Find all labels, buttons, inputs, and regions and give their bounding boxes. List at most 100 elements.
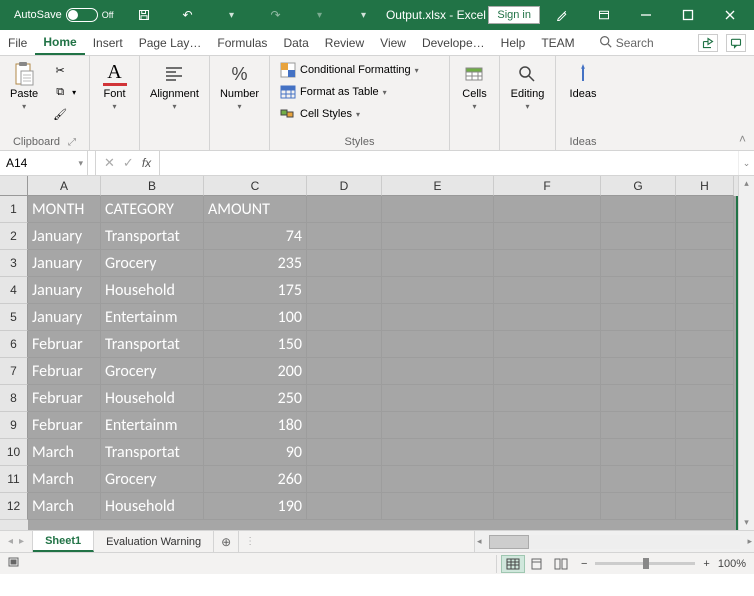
cell-C3[interactable]: 235 xyxy=(204,250,307,277)
cell-B6[interactable]: Transportat xyxy=(101,331,204,358)
signin-button[interactable]: Sign in xyxy=(488,6,540,24)
cell-C2[interactable]: 74 xyxy=(204,223,307,250)
cell-D10[interactable] xyxy=(307,439,382,466)
row-header-9[interactable]: 9 xyxy=(0,412,28,439)
cell-E2[interactable] xyxy=(382,223,494,250)
cell-F3[interactable] xyxy=(494,250,601,277)
cell-E3[interactable] xyxy=(382,250,494,277)
search-button[interactable]: Search xyxy=(583,35,654,51)
cell-H12[interactable] xyxy=(676,493,734,520)
cell-B5[interactable]: Entertainm xyxy=(101,304,204,331)
cell-C12[interactable]: 190 xyxy=(204,493,307,520)
cell-D2[interactable] xyxy=(307,223,382,250)
format-painter-button[interactable]: 🖌 xyxy=(48,104,80,124)
row-header-12[interactable]: 12 xyxy=(0,493,28,520)
cell-E12[interactable] xyxy=(382,493,494,520)
cell-D11[interactable] xyxy=(307,466,382,493)
cell-A5[interactable]: January xyxy=(28,304,101,331)
tab-data[interactable]: Data xyxy=(275,30,316,55)
font-button[interactable]: A Font ▾ xyxy=(99,60,131,113)
cell-A9[interactable]: Februar xyxy=(28,412,101,439)
cell-H2[interactable] xyxy=(676,223,734,250)
cell-F9[interactable] xyxy=(494,412,601,439)
column-header-F[interactable]: F xyxy=(494,176,601,196)
cell-G6[interactable] xyxy=(601,331,676,358)
column-header-H[interactable]: H xyxy=(676,176,734,196)
coming-soon-icon[interactable] xyxy=(542,0,582,30)
cut-button[interactable]: ✂ xyxy=(48,60,80,80)
cell-C9[interactable]: 180 xyxy=(204,412,307,439)
cell-F5[interactable] xyxy=(494,304,601,331)
ideas-button[interactable]: Ideas xyxy=(566,60,601,102)
save-icon[interactable] xyxy=(124,0,164,30)
qat-customize[interactable]: ▾ xyxy=(344,0,384,30)
expand-formula-bar[interactable]: ⌄ xyxy=(738,151,754,175)
cell-A8[interactable]: Februar xyxy=(28,385,101,412)
column-header-B[interactable]: B xyxy=(101,176,204,196)
cell-G8[interactable] xyxy=(601,385,676,412)
zoom-out-button[interactable]: − xyxy=(581,558,587,570)
cell-B4[interactable]: Household xyxy=(101,277,204,304)
column-header-C[interactable]: C xyxy=(204,176,307,196)
cell-B11[interactable]: Grocery xyxy=(101,466,204,493)
cell-H11[interactable] xyxy=(676,466,734,493)
cell-styles-button[interactable]: Cell Styles ▾ xyxy=(276,104,443,124)
column-header-G[interactable]: G xyxy=(601,176,676,196)
column-headers[interactable]: ABCDEFGH xyxy=(28,176,738,196)
add-sheet-button[interactable]: ⊕ xyxy=(214,531,238,552)
tab-insert[interactable]: Insert xyxy=(85,30,131,55)
row-header-3[interactable]: 3 xyxy=(0,250,28,277)
cell-B1[interactable]: CATEGORY xyxy=(101,196,204,223)
cell-A10[interactable]: March xyxy=(28,439,101,466)
row-header-6[interactable]: 6 xyxy=(0,331,28,358)
cell-E7[interactable] xyxy=(382,358,494,385)
sheet-tab-sheet1[interactable]: Sheet1 xyxy=(33,531,94,552)
cell-G3[interactable] xyxy=(601,250,676,277)
cell-F8[interactable] xyxy=(494,385,601,412)
cell-E1[interactable] xyxy=(382,196,494,223)
cell-E5[interactable] xyxy=(382,304,494,331)
cell-G9[interactable] xyxy=(601,412,676,439)
cell-C7[interactable]: 200 xyxy=(204,358,307,385)
autosave-toggle[interactable]: AutoSave Off xyxy=(8,8,120,22)
cell-D1[interactable] xyxy=(307,196,382,223)
cell-F1[interactable] xyxy=(494,196,601,223)
sheet-tab-nav[interactable]: ◂▸ xyxy=(0,531,33,552)
cell-G7[interactable] xyxy=(601,358,676,385)
tab-file[interactable]: File xyxy=(0,30,35,55)
editing-button[interactable]: Editing ▾ xyxy=(507,60,549,113)
cells-grid[interactable]: MONTHCATEGORYAMOUNTJanuaryTransportat74J… xyxy=(28,196,738,530)
column-header-D[interactable]: D xyxy=(307,176,382,196)
cell-A2[interactable]: January xyxy=(28,223,101,250)
cell-B8[interactable]: Household xyxy=(101,385,204,412)
sheet-tab-warning[interactable]: Evaluation Warning xyxy=(94,531,214,552)
cell-H4[interactable] xyxy=(676,277,734,304)
cell-E6[interactable] xyxy=(382,331,494,358)
tab-formulas[interactable]: Formulas xyxy=(209,30,275,55)
cell-D4[interactable] xyxy=(307,277,382,304)
row-header-11[interactable]: 11 xyxy=(0,466,28,493)
cell-A11[interactable]: March xyxy=(28,466,101,493)
cell-B9[interactable]: Entertainm xyxy=(101,412,204,439)
row-header-1[interactable]: 1 xyxy=(0,196,28,223)
cell-G11[interactable] xyxy=(601,466,676,493)
row-headers[interactable]: 123456789101112 xyxy=(0,196,28,530)
cell-D3[interactable] xyxy=(307,250,382,277)
horizontal-scrollbar[interactable]: ◂ ▸ xyxy=(474,531,754,552)
row-header-2[interactable]: 2 xyxy=(0,223,28,250)
cell-F7[interactable] xyxy=(494,358,601,385)
tab-split-handle[interactable]: ⋮ xyxy=(238,531,261,552)
zoom-in-button[interactable]: + xyxy=(703,558,709,570)
cell-F2[interactable] xyxy=(494,223,601,250)
cell-D5[interactable] xyxy=(307,304,382,331)
share-button[interactable] xyxy=(698,34,718,52)
row-header-7[interactable]: 7 xyxy=(0,358,28,385)
cell-B3[interactable]: Grocery xyxy=(101,250,204,277)
tab-page-layout[interactable]: Page Lay… xyxy=(131,30,210,55)
tab-home[interactable]: Home xyxy=(35,30,84,55)
minimize-button[interactable] xyxy=(626,0,666,30)
cell-B10[interactable]: Transportat xyxy=(101,439,204,466)
cell-E10[interactable] xyxy=(382,439,494,466)
cell-E4[interactable] xyxy=(382,277,494,304)
conditional-formatting-button[interactable]: Conditional Formatting ▾ xyxy=(276,60,443,80)
